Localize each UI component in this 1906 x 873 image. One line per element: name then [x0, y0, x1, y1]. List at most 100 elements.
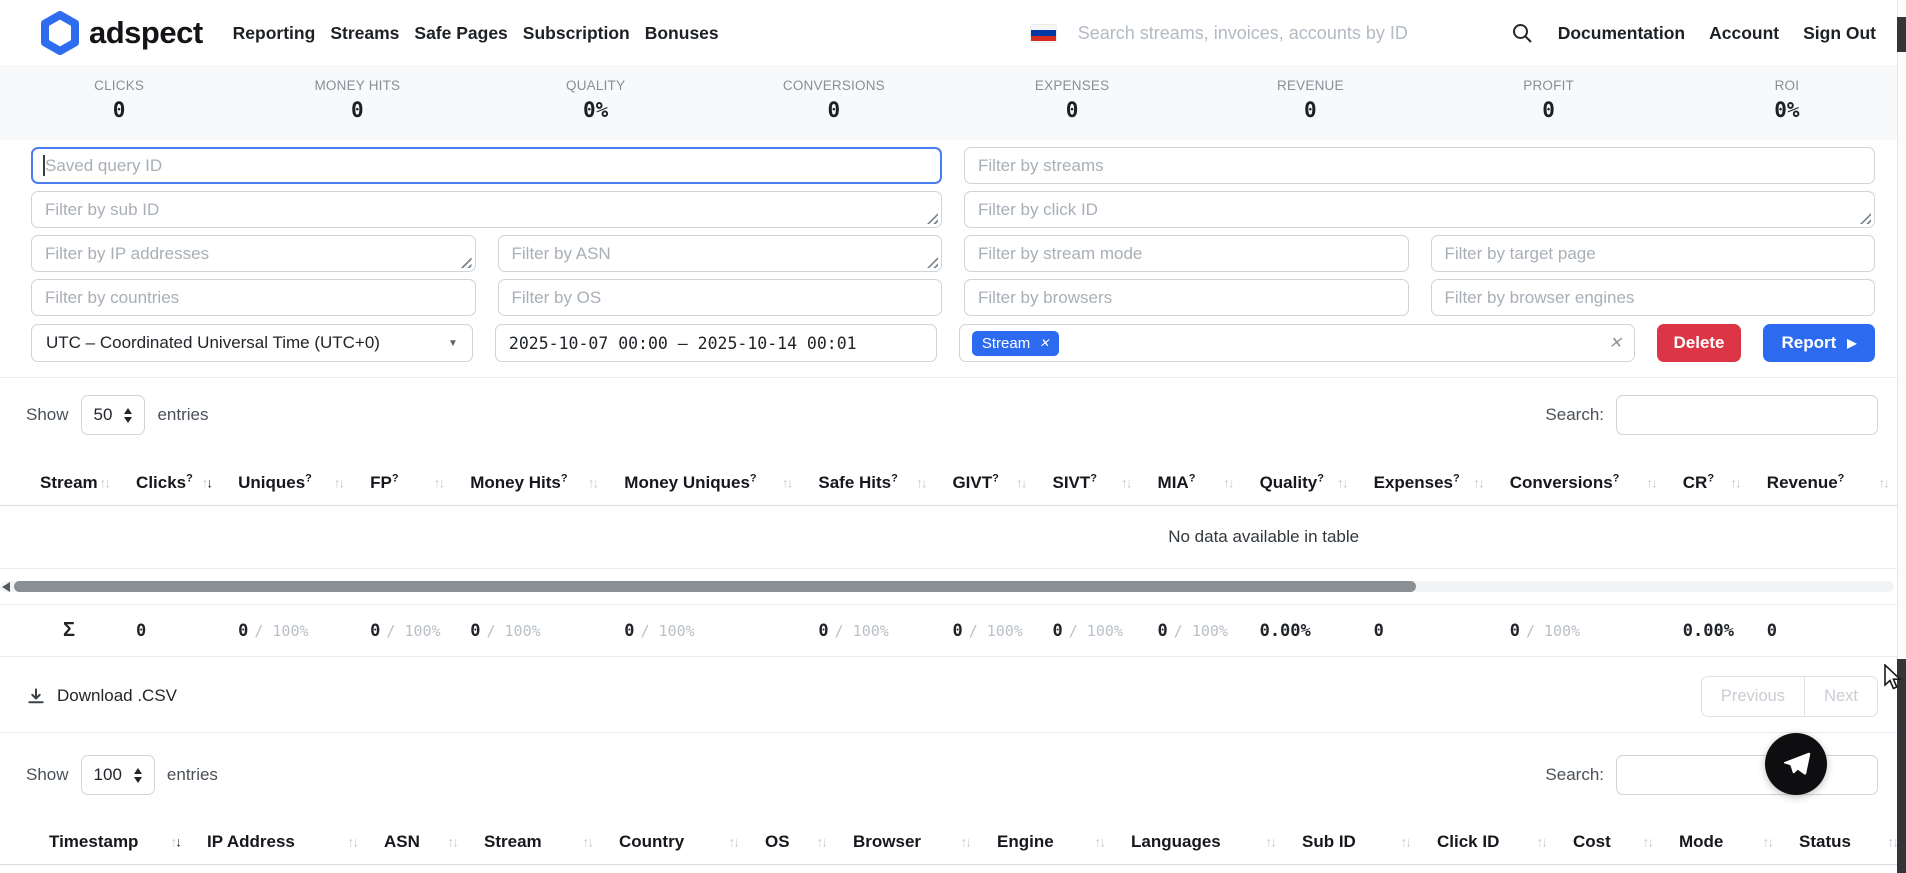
filter-asn-textarea[interactable] [498, 235, 943, 272]
nav-sign-out[interactable]: Sign Out [1803, 19, 1876, 48]
col-uniques[interactable]: Uniques? [220, 461, 352, 506]
col-browser[interactable]: Browser [835, 820, 979, 865]
download-csv-link[interactable]: Download .CSV [26, 686, 177, 706]
clicks-table-header-row: Timestamp IP Address ASN Stream Country … [0, 820, 1906, 865]
delete-button[interactable]: Delete [1657, 324, 1741, 362]
sum-conversions: 0/ 100% [1492, 605, 1665, 657]
nav-streams[interactable]: Streams [330, 19, 399, 48]
scrollbar-thumb[interactable] [14, 581, 1416, 592]
table1-page-size-select[interactable]: 50 [81, 395, 146, 435]
section-divider [0, 732, 1906, 733]
col-sub-id[interactable]: Sub ID [1284, 820, 1419, 865]
col-asn[interactable]: ASN [366, 820, 466, 865]
search-label: Search: [1545, 765, 1604, 785]
stat-quality: QUALITY0% [477, 67, 715, 140]
next-page-button[interactable]: Next [1804, 676, 1878, 717]
entries-label: entries [167, 765, 218, 785]
filter-ip-textarea[interactable] [31, 235, 476, 272]
nav-bonuses[interactable]: Bonuses [645, 19, 719, 48]
col-ip-address[interactable]: IP Address [189, 820, 366, 865]
col-quality[interactable]: Quality? [1242, 461, 1356, 506]
table2-search-input[interactable] [1616, 755, 1878, 795]
col-engine[interactable]: Engine [979, 820, 1113, 865]
sort-icon [1337, 476, 1347, 491]
col-status[interactable]: Status [1781, 820, 1906, 865]
sort-icon [1473, 476, 1483, 491]
col-conversions[interactable]: Conversions? [1492, 461, 1665, 506]
pagination: Previous Next [1701, 676, 1878, 717]
col-cr[interactable]: CR? [1665, 461, 1749, 506]
telegram-button[interactable] [1765, 733, 1827, 795]
nav-reporting[interactable]: Reporting [233, 19, 316, 48]
col-clicks[interactable]: Clicks? [118, 461, 220, 506]
sort-icon [1095, 835, 1105, 850]
clear-multiselect-icon[interactable] [1609, 333, 1622, 353]
col-fp[interactable]: FP? [352, 461, 452, 506]
vertical-scrollbar-segment[interactable] [1897, 17, 1906, 52]
global-search-input[interactable] [1078, 23, 1478, 44]
col-revenue[interactable]: Revenue? [1749, 461, 1897, 506]
col-expenses[interactable]: Expenses? [1356, 461, 1492, 506]
col-os[interactable]: OS [747, 820, 835, 865]
col-money-uniques[interactable]: Money Uniques? [606, 461, 800, 506]
nav-documentation[interactable]: Documentation [1558, 19, 1685, 48]
previous-page-button[interactable]: Previous [1701, 676, 1804, 717]
brand-logo[interactable]: adspect [40, 11, 203, 55]
col-money-hits[interactable]: Money Hits? [452, 461, 606, 506]
filter-streams-input[interactable] [964, 147, 1875, 184]
vertical-scrollbar-thumb[interactable] [1897, 659, 1906, 873]
sort-icon [1537, 835, 1547, 850]
col-stream[interactable]: Stream [466, 820, 601, 865]
sort-icon [817, 835, 827, 850]
timezone-select[interactable]: UTC – Coordinated Universal Time (UTC+0) [31, 324, 473, 362]
filter-stream-mode-input[interactable] [964, 235, 1409, 272]
filter-browser-engines-input[interactable] [1431, 279, 1876, 316]
summary-table: Σ 0 0/ 100% 0/ 100% 0/ 100% 0/ 100% 0/ 1… [0, 604, 1897, 657]
col-mia[interactable]: MIA? [1140, 461, 1242, 506]
filter-browsers-input[interactable] [964, 279, 1409, 316]
scroll-left-arrow-icon[interactable] [2, 582, 10, 592]
col-languages[interactable]: Languages [1113, 820, 1284, 865]
table1-search-input[interactable] [1616, 395, 1878, 435]
stream-tag[interactable]: Stream [972, 331, 1059, 356]
nav-safe-pages[interactable]: Safe Pages [414, 19, 507, 48]
report-columns-multiselect[interactable]: Stream [959, 324, 1635, 362]
saved-query-input[interactable] [31, 147, 942, 184]
col-sivt[interactable]: SIVT? [1034, 461, 1139, 506]
filter-countries-input[interactable] [31, 279, 476, 316]
search-button[interactable] [1510, 21, 1534, 45]
sort-icon [1121, 476, 1131, 491]
col-stream[interactable]: Stream [0, 461, 118, 506]
sort-icon [100, 476, 110, 491]
filter-os-input[interactable] [498, 279, 943, 316]
filter-target-page-input[interactable] [1431, 235, 1876, 272]
sort-icon [1763, 835, 1773, 850]
sum-money-uniques: 0/ 100% [606, 605, 800, 657]
col-safe-hits[interactable]: Safe Hits? [800, 461, 934, 506]
filter-sub-id-textarea[interactable] [31, 191, 942, 228]
col-country[interactable]: Country [601, 820, 747, 865]
table2-body-cut [0, 865, 1906, 873]
nav-account[interactable]: Account [1709, 19, 1779, 48]
russian-flag-icon[interactable] [1031, 25, 1056, 42]
filter-panel: UTC – Coordinated Universal Time (UTC+0)… [0, 140, 1906, 378]
remove-tag-icon[interactable] [1039, 336, 1049, 350]
table2-page-size-select[interactable]: 100 [81, 755, 155, 795]
col-mode[interactable]: Mode [1661, 820, 1781, 865]
filter-click-id-textarea[interactable] [964, 191, 1875, 228]
report-button[interactable]: Report [1763, 324, 1875, 362]
col-givt[interactable]: GIVT? [934, 461, 1034, 506]
col-click-id[interactable]: Click ID [1419, 820, 1555, 865]
report-table: Stream Clicks? Uniques? FP? Money Hits? … [0, 461, 1897, 506]
adspect-reporting-page: adspect Reporting Streams Safe Pages Sub… [0, 0, 1906, 873]
col-timestamp[interactable]: Timestamp [0, 820, 189, 865]
show-label: Show [26, 765, 69, 785]
stat-revenue-value: 0 [1191, 98, 1429, 122]
nav-subscription[interactable]: Subscription [523, 19, 630, 48]
saved-query-field-wrap [31, 147, 942, 184]
sort-icon [448, 835, 458, 850]
entries-label: entries [157, 405, 208, 425]
col-cost[interactable]: Cost [1555, 820, 1661, 865]
sum-money-hits: 0/ 100% [452, 605, 606, 657]
date-range-input[interactable] [495, 324, 937, 362]
